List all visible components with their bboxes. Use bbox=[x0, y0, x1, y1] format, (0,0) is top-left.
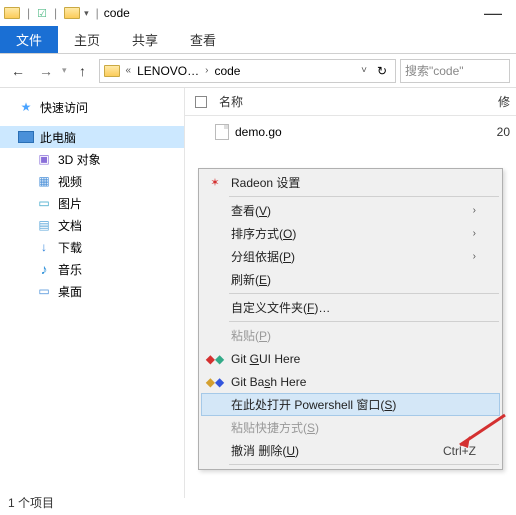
chevron-down-icon[interactable]: ▾ bbox=[84, 8, 89, 19]
tab-share[interactable]: 共享 bbox=[116, 26, 174, 53]
address-bar[interactable]: « LENOVO… › code ˅ ↻ bbox=[99, 59, 396, 83]
separator: | bbox=[51, 6, 60, 20]
picture-icon: ▭ bbox=[36, 195, 52, 211]
title-bar: | ☑ | ▾ | code — bbox=[0, 0, 516, 26]
sidebar-item-music[interactable]: ♪ 音乐 bbox=[0, 258, 184, 280]
document-icon: ▤ bbox=[36, 217, 52, 233]
ctx-refresh[interactable]: 刷新(E) bbox=[201, 268, 500, 291]
context-menu: ✶ Radeon 设置 查看(V)› 排序方式(O)› 分组依据(P)› 刷新(… bbox=[198, 168, 503, 470]
back-button[interactable]: ← bbox=[6, 59, 30, 83]
ctx-paste-shortcut: 粘贴快捷方式(S) bbox=[201, 416, 500, 439]
status-bar: 1 个项目 bbox=[0, 490, 62, 498]
sidebar-item-videos[interactable]: ▦ 视频 bbox=[0, 170, 184, 192]
sidebar-item-downloads[interactable]: ↓ 下载 bbox=[0, 236, 184, 258]
sidebar-item-this-pc[interactable]: 此电脑 bbox=[0, 126, 184, 148]
separator: | bbox=[93, 6, 102, 20]
chevron-right-icon: › bbox=[473, 251, 476, 262]
ribbon-tabs: 文件 主页 共享 查看 bbox=[0, 26, 516, 54]
desktop-icon: ▭ bbox=[36, 283, 52, 299]
radeon-icon: ✶ bbox=[207, 175, 223, 191]
dropdown-icon[interactable]: ˅ bbox=[359, 65, 369, 76]
column-header: 名称 修 bbox=[185, 88, 516, 116]
check-icon: ☑ bbox=[37, 7, 47, 20]
tab-file[interactable]: 文件 bbox=[0, 26, 58, 53]
window-title: code bbox=[102, 6, 130, 20]
minimize-button[interactable]: — bbox=[474, 3, 512, 24]
separator: | bbox=[24, 6, 33, 20]
download-icon: ↓ bbox=[36, 239, 52, 255]
file-name: demo.go bbox=[235, 125, 491, 139]
file-row[interactable]: demo.go 20 bbox=[185, 120, 516, 144]
sidebar: ★ 快速访问 此电脑 ▣ 3D 对象 ▦ 视频 ▭ 图片 ▤ 文档 ↓ 下载 ♪ bbox=[0, 88, 185, 498]
sidebar-item-documents[interactable]: ▤ 文档 bbox=[0, 214, 184, 236]
ctx-sort[interactable]: 排序方式(O)› bbox=[201, 222, 500, 245]
separator bbox=[229, 293, 499, 294]
file-list: demo.go 20 bbox=[185, 116, 516, 148]
git-icon: ◆◆ bbox=[207, 351, 223, 367]
search-input[interactable]: 搜索"code" bbox=[400, 59, 510, 83]
sidebar-item-desktop[interactable]: ▭ 桌面 bbox=[0, 280, 184, 302]
up-button[interactable]: ↑ bbox=[71, 59, 95, 83]
nav-bar: ← → ▾ ↑ « LENOVO… › code ˅ ↻ 搜索"code" bbox=[0, 54, 516, 88]
tab-home[interactable]: 主页 bbox=[58, 26, 116, 53]
pc-icon bbox=[18, 129, 34, 145]
ctx-customize[interactable]: 自定义文件夹(F)… bbox=[201, 296, 500, 319]
chevron-icon[interactable]: « bbox=[124, 65, 134, 76]
cube-icon: ▣ bbox=[36, 151, 52, 167]
forward-button[interactable]: → bbox=[34, 59, 58, 83]
file-icon bbox=[215, 124, 229, 140]
chevron-down-icon[interactable]: ▾ bbox=[62, 65, 67, 76]
refresh-button[interactable]: ↻ bbox=[373, 64, 391, 78]
file-date: 20 bbox=[497, 125, 516, 139]
folder-icon bbox=[64, 7, 80, 19]
separator bbox=[229, 321, 499, 322]
ctx-group[interactable]: 分组依据(P)› bbox=[201, 245, 500, 268]
chevron-right-icon: › bbox=[473, 228, 476, 239]
address-segment[interactable]: code bbox=[214, 64, 240, 78]
shortcut-label: Ctrl+Z bbox=[443, 444, 476, 458]
select-all-checkbox[interactable] bbox=[195, 96, 207, 108]
folder-icon bbox=[4, 7, 20, 19]
tab-view[interactable]: 查看 bbox=[174, 26, 232, 53]
film-icon: ▦ bbox=[36, 173, 52, 189]
sidebar-item-3d[interactable]: ▣ 3D 对象 bbox=[0, 148, 184, 170]
ctx-open-powershell[interactable]: 在此处打开 Powershell 窗口(S) bbox=[201, 393, 500, 416]
ctx-view[interactable]: 查看(V)› bbox=[201, 199, 500, 222]
ctx-git-gui[interactable]: ◆◆ Git GUI Here bbox=[201, 347, 500, 370]
ctx-radeon[interactable]: ✶ Radeon 设置 bbox=[201, 171, 500, 194]
git-icon: ◆◆ bbox=[207, 374, 223, 390]
music-icon: ♪ bbox=[36, 261, 52, 277]
ctx-git-bash[interactable]: ◆◆ Git Bash Here bbox=[201, 370, 500, 393]
folder-icon bbox=[104, 65, 120, 77]
ctx-undo-delete[interactable]: 撤消 删除(U) Ctrl+Z bbox=[201, 439, 500, 462]
ctx-paste: 粘贴(P) bbox=[201, 324, 500, 347]
chevron-right-icon[interactable]: › bbox=[203, 65, 210, 76]
sidebar-item-pictures[interactable]: ▭ 图片 bbox=[0, 192, 184, 214]
chevron-right-icon: › bbox=[473, 205, 476, 216]
separator bbox=[229, 196, 499, 197]
separator bbox=[229, 464, 499, 465]
sidebar-item-quick-access[interactable]: ★ 快速访问 bbox=[0, 96, 184, 118]
column-modified[interactable]: 修 bbox=[498, 93, 516, 110]
address-segment[interactable]: LENOVO… bbox=[137, 64, 199, 78]
quick-access-toolbar: | ☑ | ▾ | bbox=[4, 6, 102, 20]
column-name[interactable]: 名称 bbox=[207, 93, 498, 110]
star-icon: ★ bbox=[18, 99, 34, 115]
